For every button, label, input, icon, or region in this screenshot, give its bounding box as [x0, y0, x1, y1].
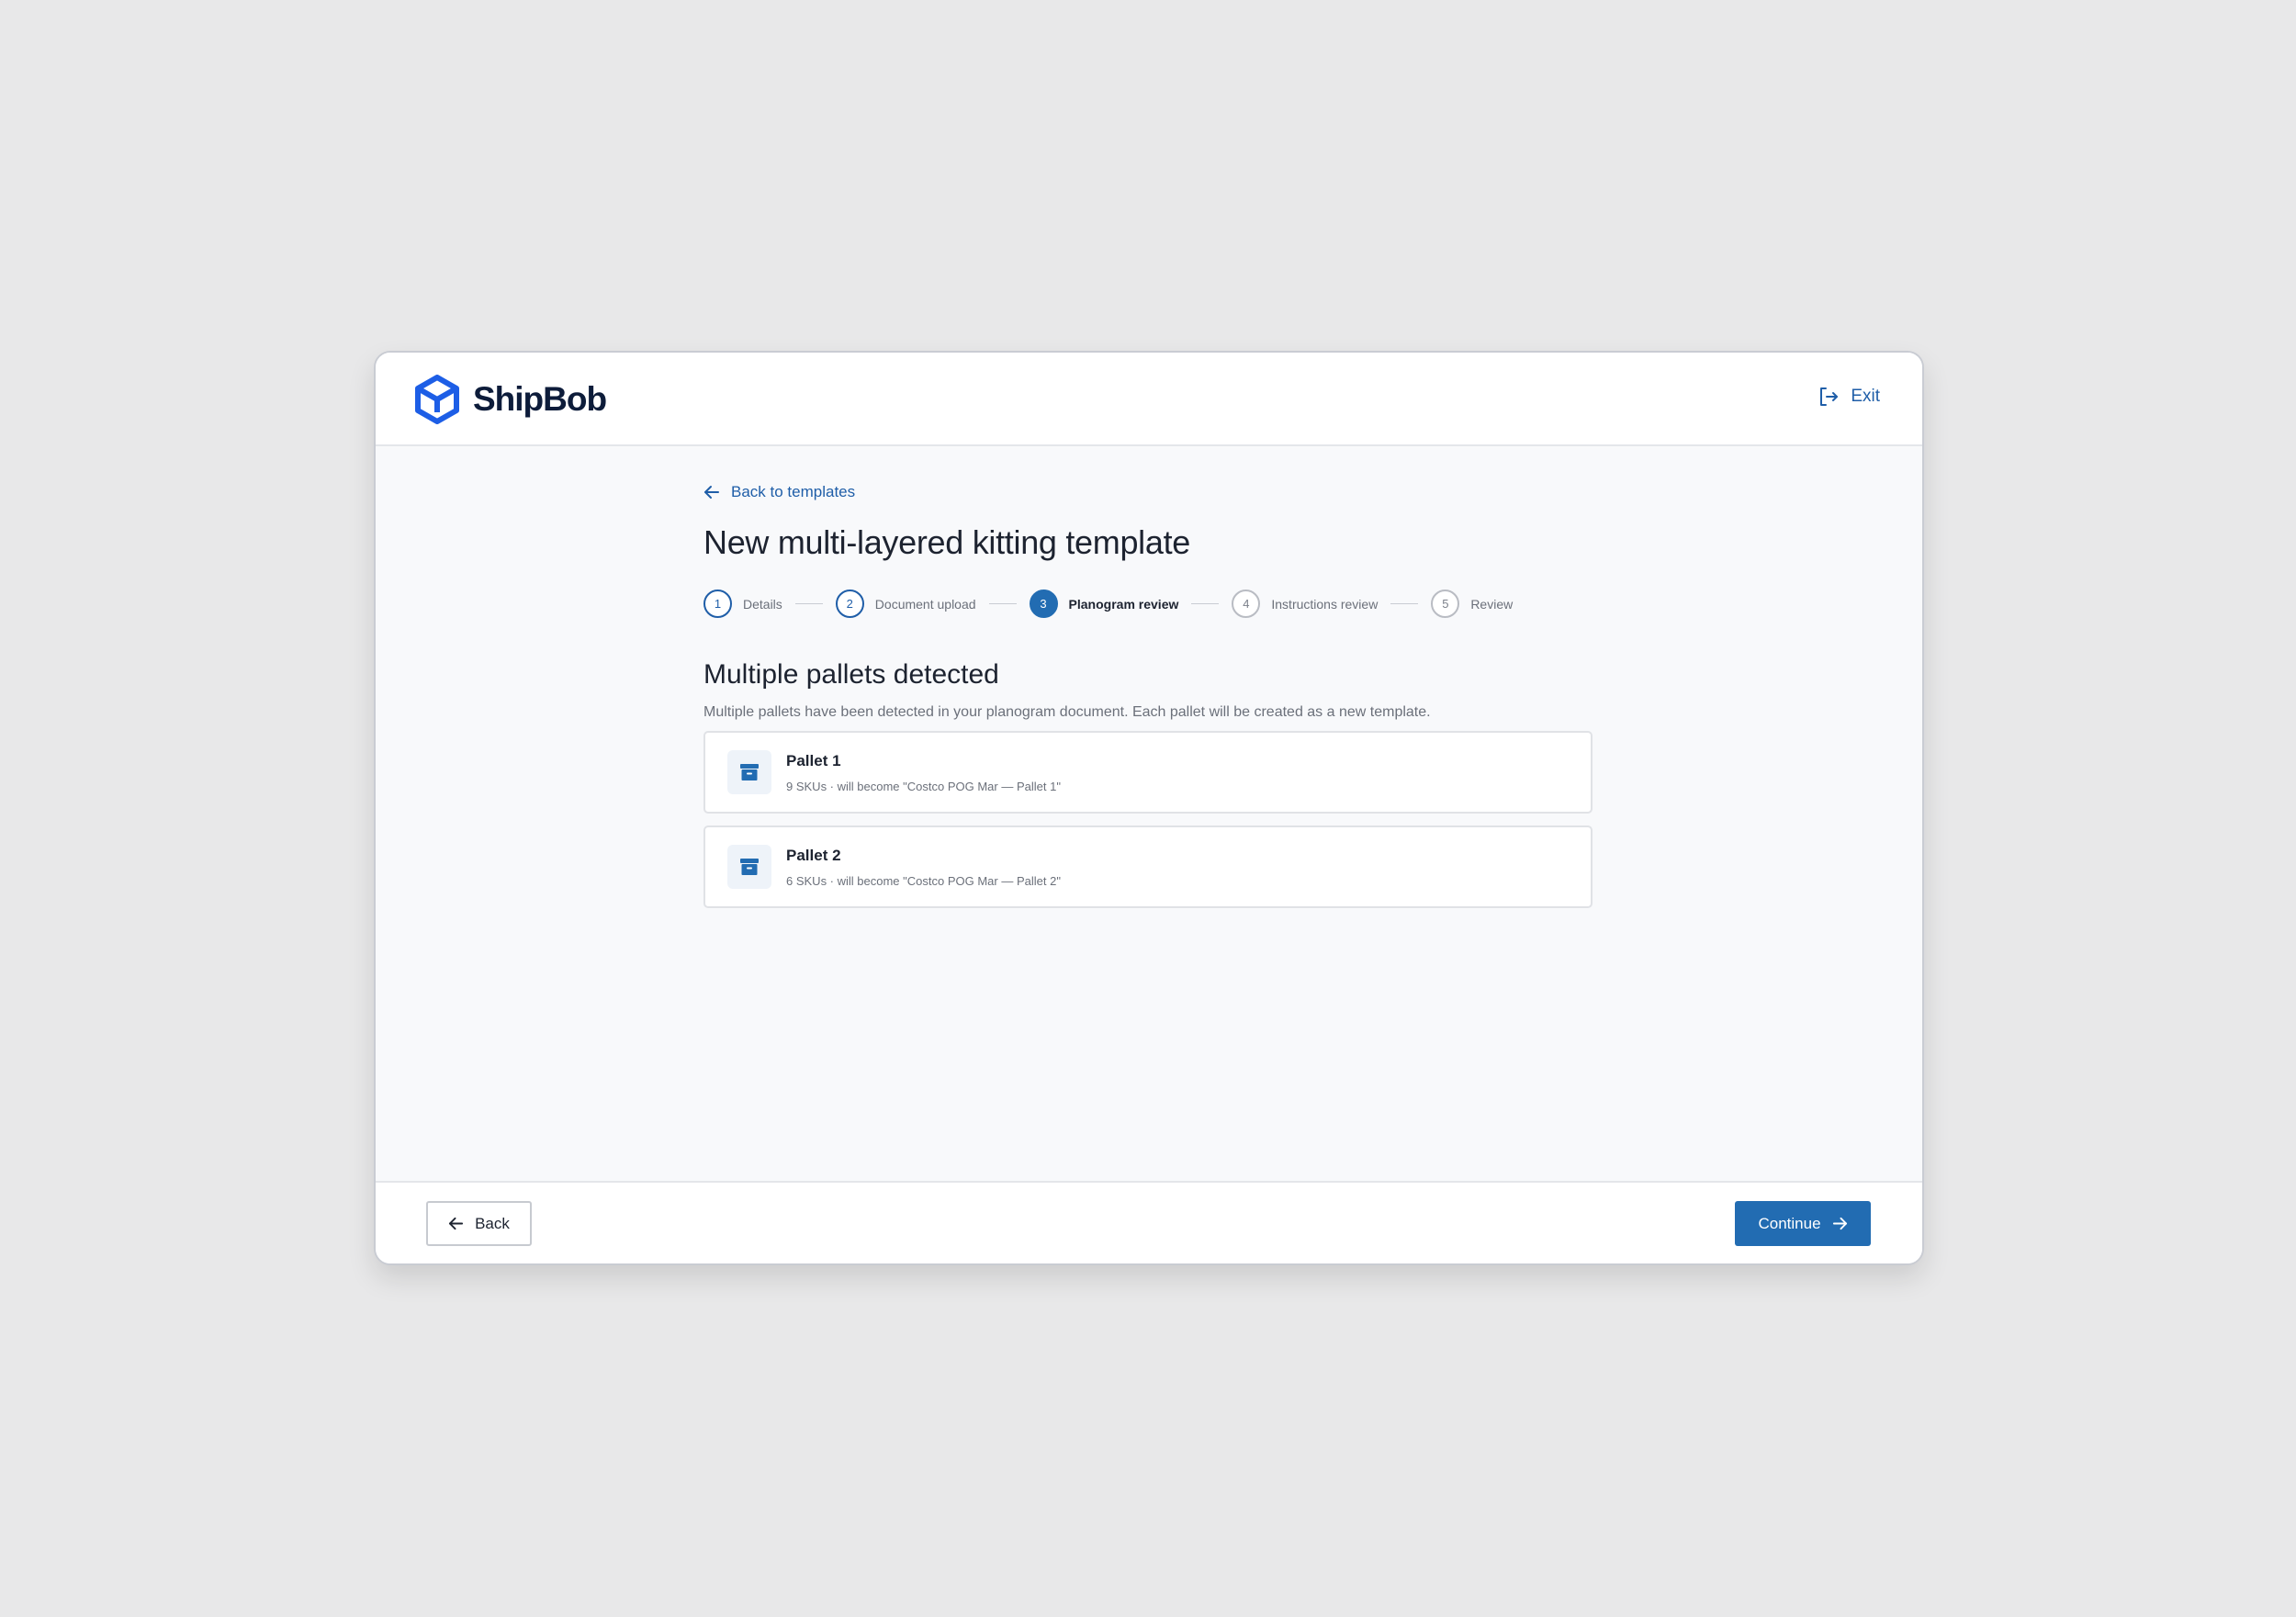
pallet-meta: 6 SKUs · will become "Costco POG Mar — P… [786, 873, 1061, 888]
exit-label: Exit [1851, 387, 1880, 406]
step-instructions-review: 4 Instructions review [1232, 590, 1378, 618]
continue-button[interactable]: Continue [1735, 1201, 1871, 1246]
pallet-card[interactable]: Pallet 2 6 SKUs · will become "Costco PO… [703, 825, 1593, 908]
archive-box-icon [740, 764, 759, 780]
modal-window: ShipBob Exit Back to templates New multi… [374, 351, 1924, 1265]
step-planogram-review: 3 Planogram review [1029, 590, 1179, 618]
step-details[interactable]: 1 Details [703, 590, 782, 618]
step-separator [1390, 603, 1419, 604]
pallet-meta: 9 SKUs · will become "Costco POG Mar — P… [786, 779, 1061, 793]
step-number: 5 [1431, 590, 1460, 618]
step-label: Document upload [874, 596, 976, 612]
section-description: Multiple pallets have been detected in y… [703, 704, 1431, 720]
pallet-icon-container [727, 750, 771, 794]
step-separator [794, 603, 823, 604]
page-title: New multi-layered kitting template [703, 523, 1191, 561]
pallet-name: Pallet 2 [786, 846, 841, 864]
footer-bar: Back Continue [376, 1181, 1922, 1263]
step-review: 5 Review [1431, 590, 1513, 618]
archive-box-icon [740, 859, 759, 875]
step-number: 1 [703, 590, 732, 618]
step-separator [1191, 603, 1220, 604]
exit-icon [1820, 387, 1839, 406]
back-to-templates-link[interactable]: Back to templates [703, 483, 855, 501]
pallet-card[interactable]: Pallet 1 9 SKUs · will become "Costco PO… [703, 731, 1593, 814]
continue-button-label: Continue [1758, 1214, 1821, 1232]
back-button[interactable]: Back [426, 1201, 532, 1246]
step-document-upload[interactable]: 2 Document upload [835, 590, 976, 618]
stepper: 1 Details 2 Document upload 3 Planogram … [703, 590, 1513, 618]
back-link-label: Back to templates [731, 483, 856, 500]
step-label: Details [743, 596, 782, 612]
pallet-text: Pallet 1 9 SKUs · will become "Costco PO… [786, 752, 1061, 793]
step-separator [988, 603, 1017, 604]
step-number: 3 [1029, 590, 1058, 618]
shipbob-logo[interactable]: ShipBob [414, 375, 607, 424]
arrow-right-icon [1832, 1217, 1847, 1230]
exit-button[interactable]: Exit [1818, 386, 1880, 408]
step-number: 4 [1232, 590, 1261, 618]
arrow-left-icon [704, 486, 719, 499]
back-button-label: Back [475, 1214, 510, 1232]
arrow-left-icon [449, 1217, 464, 1230]
step-label: Instructions review [1271, 596, 1379, 612]
shipbob-logo-icon [415, 375, 459, 424]
step-label: Review [1470, 596, 1514, 612]
top-bar: ShipBob Exit [376, 353, 1922, 446]
step-number: 2 [835, 590, 864, 618]
pallet-icon-container [727, 845, 771, 889]
step-label: Planogram review [1068, 596, 1179, 612]
brand-name: ShipBob [473, 380, 607, 418]
pallet-name: Pallet 1 [786, 751, 841, 769]
pallet-text: Pallet 2 6 SKUs · will become "Costco PO… [786, 847, 1061, 888]
section-title: Multiple pallets detected [703, 659, 999, 690]
